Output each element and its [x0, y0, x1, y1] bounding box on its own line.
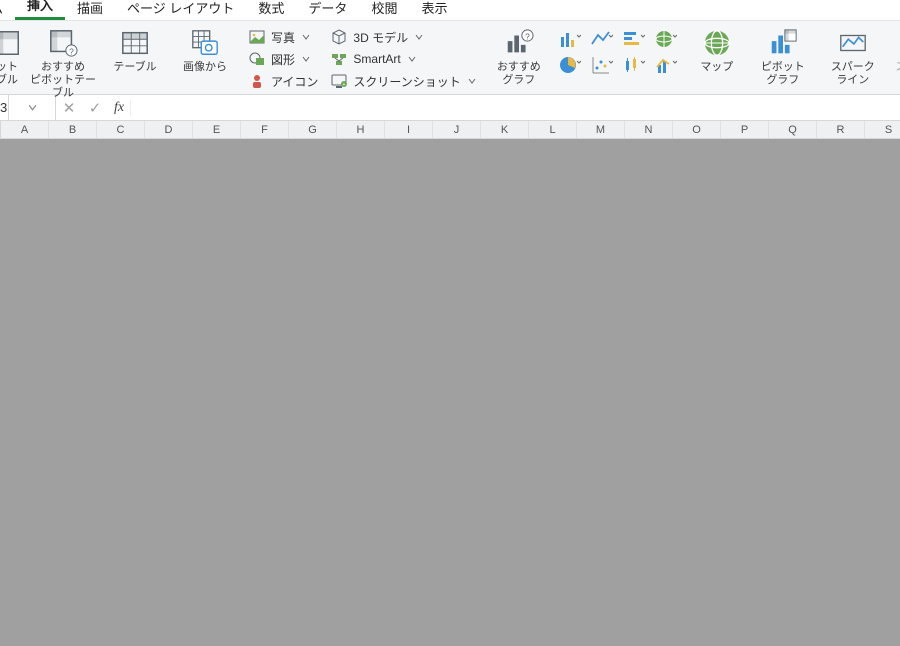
3d-model-icon	[330, 29, 348, 45]
formula-input[interactable]	[131, 95, 900, 120]
col-header[interactable]: B	[49, 121, 97, 138]
chevron-down-icon	[302, 52, 310, 66]
line-chart-button[interactable]	[588, 27, 616, 51]
check-icon: ✓	[89, 99, 102, 117]
tab-draw[interactable]: 描画	[65, 0, 115, 20]
tab-page-layout[interactable]: ページ レイアウト	[115, 0, 246, 20]
pivot-table-button[interactable]: ットブル	[0, 25, 20, 87]
table-label: テーブル	[113, 61, 156, 74]
icons-icon	[248, 73, 266, 89]
svg-text:?: ?	[525, 31, 530, 41]
col-header[interactable]: F	[241, 121, 289, 138]
recommended-pivot-label: おすすめピボットテーブル	[28, 61, 98, 87]
photo-icon	[248, 29, 266, 45]
shapes-label: 図形	[271, 51, 295, 68]
col-header[interactable]: N	[625, 121, 673, 138]
map-label: マップ	[700, 61, 733, 74]
screenshot-label: スクリーンショット	[353, 73, 460, 90]
sparkline-icon	[837, 27, 869, 59]
smartart-button[interactable]: SmartArt	[328, 49, 477, 69]
map-icon	[701, 27, 733, 59]
svg-text:+: +	[343, 82, 346, 88]
smartart-icon	[330, 51, 348, 67]
pie-chart-button[interactable]	[556, 53, 584, 77]
sparkline-label: スパークライン	[831, 61, 875, 87]
cancel-icon: ✕	[63, 99, 76, 117]
worksheet-canvas[interactable]	[0, 139, 900, 646]
col-header[interactable]: J	[433, 121, 481, 138]
bar-chart-button[interactable]	[620, 27, 648, 51]
fx-label[interactable]: fx	[108, 100, 131, 116]
col-header[interactable]: L	[529, 121, 577, 138]
slicer-label: スライサー	[895, 61, 900, 74]
recommended-charts-icon: ?	[503, 27, 535, 59]
recommended-charts-label: おすすめグラフ	[497, 61, 541, 87]
pivot-table-icon	[0, 27, 23, 59]
shapes-icon	[248, 51, 266, 67]
pivot-chart-icon	[767, 27, 799, 59]
name-box-dropdown[interactable]	[9, 95, 56, 120]
col-header[interactable]: P	[721, 121, 769, 138]
tab-formulas[interactable]: 数式	[246, 0, 296, 20]
recommended-charts-button[interactable]: ? おすすめグラフ	[490, 25, 548, 87]
col-header[interactable]: K	[481, 121, 529, 138]
chevron-down-icon	[415, 30, 423, 44]
tab-review[interactable]: 校閲	[359, 0, 409, 20]
col-header[interactable]: H	[337, 121, 385, 138]
col-header[interactable]: D	[145, 121, 193, 138]
screenshot-icon: +	[330, 73, 348, 89]
ribbon-tabs: ム 挿入 描画 ページ レイアウト 数式 データ 校閲 表示	[0, 0, 900, 20]
tab-data[interactable]: データ	[296, 0, 359, 20]
chevron-down-icon	[408, 52, 416, 66]
combo-chart-button[interactable]	[652, 53, 680, 77]
icons-button[interactable]: アイコン	[246, 71, 320, 91]
photo-button[interactable]: 写真	[246, 27, 320, 47]
screenshot-button[interactable]: + スクリーンショット	[328, 71, 477, 91]
shapes-button[interactable]: 図形	[246, 49, 320, 69]
map-chart-button[interactable]	[652, 27, 680, 51]
photo-label: 写真	[271, 29, 295, 46]
table-icon	[119, 27, 151, 59]
col-header[interactable]: Q	[769, 121, 817, 138]
map-button[interactable]: マップ	[688, 25, 746, 74]
name-box[interactable]: 3	[0, 95, 9, 120]
col-header[interactable]: S	[865, 121, 900, 138]
col-header[interactable]: M	[577, 121, 625, 138]
tab-insert[interactable]: 挿入	[15, 0, 65, 20]
ribbon: ットブル ? おすすめピボットテーブル テーブル 画像から	[0, 20, 900, 95]
icons-label: アイコン	[271, 73, 318, 90]
formula-bar: 3 ✕ ✓ fx	[0, 95, 900, 121]
pivot-table-label: ットブル	[0, 61, 18, 87]
slicer-button: スライサー	[894, 25, 900, 74]
from-image-icon	[189, 27, 221, 59]
smartart-label: SmartArt	[353, 52, 400, 66]
3d-model-label: 3D モデル	[353, 29, 408, 46]
from-image-button[interactable]: 画像から	[176, 25, 234, 74]
stock-chart-button[interactable]	[620, 53, 648, 77]
col-header[interactable]: G	[289, 121, 337, 138]
sparkline-button[interactable]: スパークライン	[824, 25, 882, 87]
col-header[interactable]: R	[817, 121, 865, 138]
col-header[interactable]: A	[1, 121, 49, 138]
col-header[interactable]: C	[97, 121, 145, 138]
tab-home-partial[interactable]: ム	[0, 0, 15, 20]
col-header[interactable]: O	[673, 121, 721, 138]
recommended-pivot-button[interactable]: ? おすすめピボットテーブル	[28, 25, 98, 87]
scatter-chart-button[interactable]	[588, 53, 616, 77]
column-chart-button[interactable]	[556, 27, 584, 51]
col-header[interactable]: E	[193, 121, 241, 138]
recommended-pivot-icon: ?	[47, 27, 79, 59]
col-header[interactable]: I	[385, 121, 433, 138]
confirm-button[interactable]: ✓	[82, 95, 108, 120]
pivot-chart-button[interactable]: ピボットグラフ	[754, 25, 812, 87]
tab-view[interactable]: 表示	[409, 0, 459, 20]
3d-model-button[interactable]: 3D モデル	[328, 27, 477, 47]
column-headers: A B C D E F G H I J K L M N O P Q R S	[0, 121, 900, 139]
from-image-label: 画像から	[183, 61, 227, 74]
svg-text:?: ?	[69, 46, 74, 56]
chevron-down-icon	[302, 30, 310, 44]
chevron-down-icon	[468, 74, 476, 88]
pivot-chart-label: ピボットグラフ	[761, 61, 805, 87]
table-button[interactable]: テーブル	[106, 25, 164, 74]
